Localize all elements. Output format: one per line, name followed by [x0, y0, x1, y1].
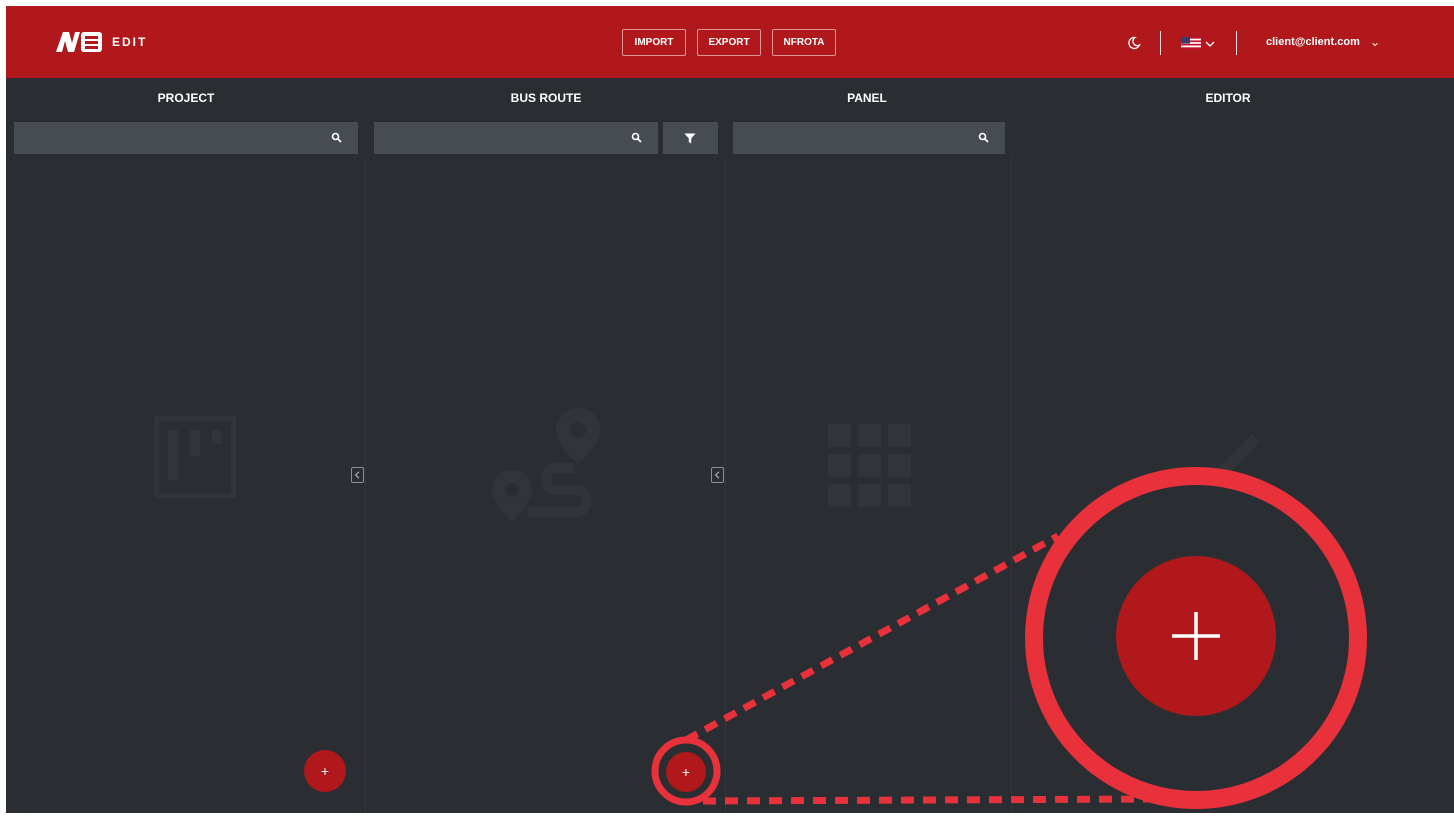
chevron-left-icon	[354, 471, 360, 479]
user-email[interactable]: client@client.com	[1266, 36, 1360, 48]
search-icon	[631, 132, 642, 143]
panel-column-title: PANEL	[847, 91, 887, 105]
grid-icon	[828, 424, 911, 507]
project-search-input[interactable]	[14, 122, 358, 154]
chevron-down-icon[interactable]	[1371, 40, 1379, 48]
panel-search-input[interactable]	[733, 122, 1005, 154]
header-divider	[1236, 31, 1237, 55]
bus-route-search-input[interactable]	[374, 122, 658, 154]
bus-route-column-title: BUS ROUTE	[510, 91, 582, 105]
app-label: EDIT	[112, 35, 148, 49]
column-divider	[1011, 156, 1012, 813]
chevron-down-icon[interactable]	[1205, 40, 1215, 48]
board-icon	[154, 416, 236, 498]
add-project-button[interactable]: +	[304, 750, 346, 792]
import-button[interactable]: IMPORT	[622, 29, 686, 56]
pencil-icon	[1216, 434, 1260, 476]
filter-icon	[684, 133, 696, 144]
nfrota-button[interactable]: NFROTA	[772, 29, 836, 56]
editor-column-title: EDITOR	[1205, 91, 1251, 105]
project-column-title: PROJECT	[157, 91, 215, 105]
header-divider	[1160, 31, 1161, 55]
collapse-bus-route-button[interactable]	[711, 467, 724, 483]
collapse-project-button[interactable]	[351, 467, 364, 483]
filter-button[interactable]	[663, 122, 718, 154]
column-divider	[725, 156, 726, 813]
search-icon	[978, 132, 989, 143]
app-window: EDIT IMPORT EXPORT NFROTA client@client.…	[6, 6, 1454, 813]
add-bus-route-button[interactable]: +	[666, 752, 706, 792]
export-button[interactable]: EXPORT	[697, 29, 761, 56]
route-icon	[492, 408, 600, 522]
top-bar: EDIT IMPORT EXPORT NFROTA client@client.…	[6, 6, 1454, 78]
logo-icon[interactable]	[54, 30, 104, 54]
search-icon	[331, 132, 342, 143]
us-flag-icon[interactable]	[1181, 37, 1201, 49]
chevron-left-icon	[714, 471, 720, 479]
moon-icon[interactable]	[1126, 35, 1142, 51]
column-divider	[365, 156, 366, 813]
